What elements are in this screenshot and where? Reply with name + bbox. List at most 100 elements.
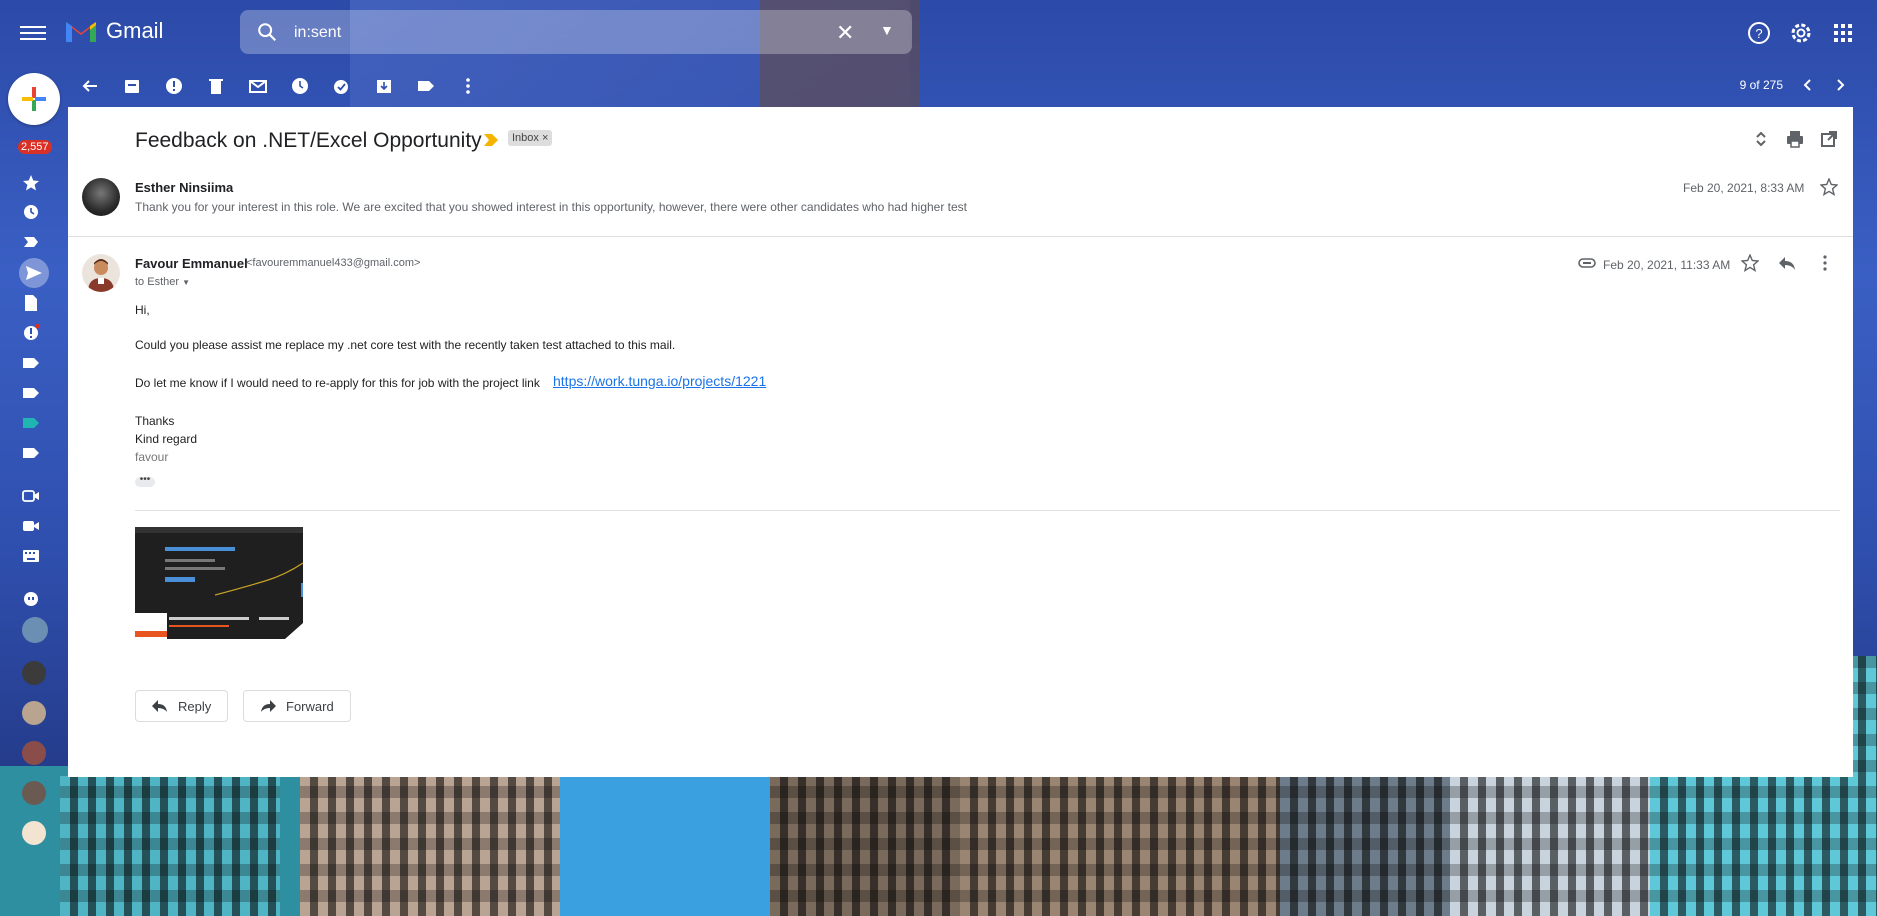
add-to-tasks-icon[interactable] bbox=[332, 76, 352, 96]
main-menu-button[interactable] bbox=[20, 22, 46, 44]
recipient-text: to Esther bbox=[135, 276, 180, 288]
person-avatar-icon bbox=[88, 259, 114, 292]
plus-icon bbox=[22, 87, 46, 111]
back-arrow-icon[interactable] bbox=[80, 76, 100, 96]
contact-avatar[interactable] bbox=[22, 781, 46, 805]
archive-icon[interactable] bbox=[122, 76, 142, 96]
drafts-nav[interactable] bbox=[22, 294, 46, 312]
contact-avatar[interactable] bbox=[22, 617, 48, 643]
hangouts-nav[interactable] bbox=[22, 591, 46, 609]
message1-sender: Esther Ninsiima bbox=[135, 180, 234, 195]
important-nav[interactable] bbox=[22, 233, 46, 251]
building bbox=[960, 766, 1280, 916]
snoozed-nav[interactable] bbox=[22, 203, 46, 221]
older-chevron-icon[interactable] bbox=[1833, 78, 1847, 92]
reply-arrow-icon[interactable] bbox=[1778, 254, 1796, 272]
label-nav-4[interactable] bbox=[22, 444, 46, 462]
project-link[interactable]: https://work.tunga.io/projects/1221 bbox=[553, 373, 766, 389]
sent-nav[interactable] bbox=[19, 258, 49, 288]
message-divider bbox=[68, 236, 1853, 237]
clear-search-icon[interactable]: ✕ bbox=[836, 20, 854, 46]
attachment-divider bbox=[135, 510, 1840, 511]
reply-arrow-icon bbox=[152, 700, 167, 712]
thumb-line bbox=[165, 547, 235, 551]
thumb-header bbox=[135, 527, 303, 533]
settings-gear-icon[interactable] bbox=[1788, 20, 1814, 46]
body-line-1: Could you please assist me replace my .n… bbox=[135, 338, 676, 352]
delete-trash-icon[interactable] bbox=[206, 76, 226, 96]
body-greeting: Hi, bbox=[135, 303, 150, 317]
thumb-line bbox=[259, 617, 289, 620]
reply-button[interactable]: Reply bbox=[135, 690, 229, 722]
thumb-panel-bar bbox=[135, 631, 167, 637]
snooze-clock-icon[interactable] bbox=[290, 76, 310, 96]
apps-grid-icon[interactable] bbox=[1830, 20, 1856, 46]
app-name: Gmail bbox=[106, 18, 164, 43]
inbox-label-text: Inbox bbox=[512, 132, 539, 144]
clock-icon bbox=[24, 205, 38, 219]
thumb-line bbox=[169, 617, 249, 620]
forward-button[interactable]: Forward bbox=[243, 690, 351, 722]
thread-subject: Feedback on .NET/Excel Opportunity bbox=[135, 129, 482, 152]
label-nav-1[interactable] bbox=[22, 354, 46, 372]
thumb-corner bbox=[285, 623, 303, 639]
message2-sender: Favour Emmanuel bbox=[135, 256, 248, 271]
label-nav-3[interactable] bbox=[22, 414, 46, 432]
building bbox=[60, 776, 280, 916]
message1-snippet[interactable]: Thank you for your interest in this role… bbox=[135, 200, 967, 214]
open-new-window-icon[interactable] bbox=[1819, 129, 1839, 149]
body-regard: Kind regard bbox=[135, 432, 198, 446]
contact-avatar[interactable] bbox=[22, 661, 46, 685]
pagination: 9 of 275 bbox=[1740, 78, 1847, 92]
label-icon bbox=[23, 448, 39, 458]
label-tag-icon[interactable] bbox=[416, 76, 436, 96]
body-signature: favour bbox=[135, 450, 169, 464]
star-outline-icon[interactable] bbox=[1820, 178, 1838, 196]
label-icon bbox=[23, 358, 39, 368]
more-vertical-icon[interactable] bbox=[1816, 254, 1834, 272]
more-vertical-icon[interactable] bbox=[458, 76, 478, 96]
details-chevron-icon[interactable]: ▼ bbox=[182, 278, 190, 287]
move-to-icon[interactable] bbox=[374, 76, 394, 96]
label-nav-2[interactable] bbox=[22, 384, 46, 402]
gmail-logo[interactable]: Gmail bbox=[64, 18, 163, 44]
spam-nav[interactable] bbox=[22, 323, 46, 342]
forward-arrow-icon bbox=[261, 700, 276, 712]
show-trimmed-content-button[interactable]: ••• bbox=[135, 475, 155, 487]
message-toolbar bbox=[80, 72, 500, 100]
contact-avatar[interactable] bbox=[22, 821, 46, 845]
remove-label-icon[interactable]: × bbox=[542, 132, 548, 144]
search-bar: ✕ ▼ bbox=[240, 10, 912, 54]
important-marker-icon[interactable] bbox=[484, 134, 498, 146]
thumb-button bbox=[165, 577, 195, 582]
search-input[interactable] bbox=[292, 20, 816, 46]
report-spam-icon[interactable] bbox=[164, 76, 184, 96]
mark-unread-icon[interactable] bbox=[248, 76, 268, 96]
sender-avatar[interactable] bbox=[82, 178, 120, 216]
message2-date: Feb 20, 2021, 11:33 AM bbox=[1603, 258, 1731, 272]
star-outline-icon[interactable] bbox=[1741, 254, 1759, 272]
important-icon bbox=[24, 237, 38, 247]
contact-avatar[interactable] bbox=[22, 701, 46, 725]
body-line-2: Do let me know if I would need to re-app… bbox=[135, 376, 540, 390]
label-icon bbox=[23, 388, 39, 398]
help-icon[interactable]: ? bbox=[1746, 20, 1772, 46]
search-options-icon[interactable]: ▼ bbox=[880, 22, 894, 38]
recipient-details[interactable]: to Esther ▼ bbox=[135, 276, 190, 288]
expand-all-icon[interactable] bbox=[1751, 129, 1771, 149]
thumb-line bbox=[169, 625, 229, 627]
print-icon[interactable] bbox=[1785, 129, 1805, 149]
compose-button[interactable] bbox=[8, 73, 60, 125]
video-icon bbox=[22, 490, 39, 502]
sender-avatar[interactable] bbox=[82, 254, 120, 292]
meet-join-nav[interactable] bbox=[22, 517, 46, 535]
starred-nav[interactable] bbox=[22, 174, 46, 192]
search-icon[interactable] bbox=[256, 21, 278, 43]
label-icon bbox=[23, 418, 39, 428]
contact-avatar[interactable] bbox=[22, 741, 46, 765]
attachment-thumbnail[interactable] bbox=[135, 527, 303, 639]
keyboard-nav[interactable] bbox=[22, 547, 46, 565]
newer-chevron-icon[interactable] bbox=[1801, 78, 1815, 92]
meet-new-meeting-nav[interactable] bbox=[22, 487, 46, 505]
top-bar: Gmail ✕ ▼ ? bbox=[0, 0, 1877, 66]
